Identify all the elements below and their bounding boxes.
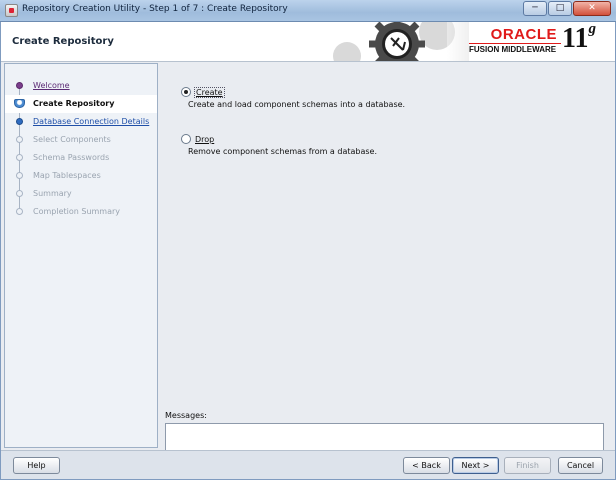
page-title: Create Repository	[12, 36, 114, 47]
logo-rule	[469, 43, 561, 44]
step-next-icon	[16, 118, 23, 125]
nav-step-label: Map Tablespaces	[33, 171, 101, 180]
main-content: Create Create and load component schemas…	[159, 63, 615, 467]
step-pending-icon	[16, 190, 23, 197]
nav-step-label: Create Repository	[33, 99, 115, 108]
finish-button: Finish	[504, 457, 551, 474]
step-pending-icon	[16, 172, 23, 179]
close-button[interactable]: ✕	[573, 1, 611, 16]
next-button[interactable]: Next >	[452, 457, 499, 474]
nav-step-schema-passwords: Schema Passwords	[5, 149, 157, 167]
nav-step-summary: Summary	[5, 185, 157, 203]
create-option[interactable]: Create	[181, 86, 225, 98]
create-radio[interactable]	[181, 87, 191, 97]
help-button[interactable]: Help	[13, 457, 60, 474]
gears-graphic-icon	[333, 22, 469, 61]
drop-option[interactable]: Drop	[181, 134, 214, 144]
nav-step-label: Summary	[33, 189, 72, 198]
drop-description: Remove component schemas from a database…	[188, 147, 378, 156]
window-controls: ─ □ ✕	[523, 1, 611, 16]
version-suffix: g	[588, 22, 596, 37]
drop-radio[interactable]	[181, 134, 191, 144]
maximize-button[interactable]: □	[548, 1, 572, 16]
nav-step-completion-summary: Completion Summary	[5, 203, 157, 221]
title-bar: Repository Creation Utility - Step 1 of …	[0, 0, 616, 22]
messages-label: Messages:	[165, 411, 207, 420]
drop-radio-label[interactable]: Drop	[195, 135, 214, 144]
step-visited-icon	[16, 82, 23, 89]
oracle-wordmark: ORACLE	[490, 26, 557, 43]
nav-step-database-connection[interactable]: Database Connection Details	[5, 113, 157, 131]
wizard-steps-nav: Welcome Create Repository Database Conne…	[4, 63, 158, 448]
step-current-icon	[14, 99, 25, 108]
oracle-logo: ORACLE FUSION MIDDLEWARE	[469, 26, 561, 58]
nav-step-select-components: Select Components	[5, 131, 157, 149]
product-name: FUSION MIDDLEWARE	[469, 45, 557, 54]
header-banner: Create Repository ORACLE FUSION MIDDLEWA…	[1, 22, 615, 62]
footer-bar: Help < Back Next > Finish Cancel	[1, 450, 615, 479]
nav-step-label: Completion Summary	[33, 207, 121, 216]
nav-step-label: Select Components	[33, 135, 111, 144]
step-pending-icon	[16, 136, 23, 143]
minimize-button[interactable]: ─	[523, 1, 547, 16]
window-title: Repository Creation Utility - Step 1 of …	[22, 4, 288, 14]
create-description: Create and load component schemas into a…	[188, 100, 406, 109]
nav-step-label: Welcome	[33, 81, 70, 90]
nav-step-label: Schema Passwords	[33, 153, 110, 162]
app-icon	[5, 4, 18, 17]
cancel-button[interactable]: Cancel	[558, 457, 603, 474]
version-badge: 11g	[562, 22, 596, 55]
version-number: 11	[562, 23, 589, 54]
nav-step-welcome[interactable]: Welcome	[5, 77, 157, 95]
back-button[interactable]: < Back	[403, 457, 450, 474]
step-pending-icon	[16, 154, 23, 161]
step-pending-icon	[16, 208, 23, 215]
create-radio-label[interactable]: Create	[194, 86, 225, 98]
nav-step-map-tablespaces: Map Tablespaces	[5, 167, 157, 185]
wizard-window: Create Repository ORACLE FUSION MIDDLEWA…	[0, 22, 616, 480]
nav-step-label: Database Connection Details	[33, 117, 150, 126]
nav-step-create-repository: Create Repository	[5, 95, 157, 113]
